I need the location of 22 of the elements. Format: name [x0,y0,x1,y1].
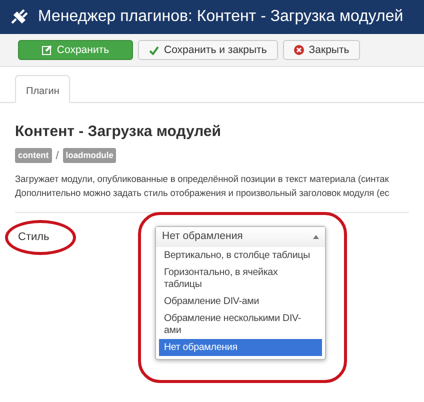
close-button[interactable]: Закрыть [282,40,360,60]
dropdown-option[interactable]: Обрамление DIV-ами [159,292,322,310]
dropdown-option[interactable]: Вертикально, в столбце таблицы [159,246,322,264]
dropdown-option[interactable]: Горизонтально, в ячейках таблицы [159,264,322,293]
dropdown-option[interactable]: Нет обрамления [159,338,322,356]
plugin-title: Контент - Загрузка модулей [15,122,222,142]
page-title: Менеджер плагинов: Контент - Загрузка модулей [38,7,404,27]
close-icon [294,45,304,55]
description-text: Загружает модули, опубликованные в определённой позиции в текст материала (синтак [15,173,390,186]
style-dropdown[interactable]: Нет обрамления [156,227,325,247]
description-text: Дополнительно можно задать стиль отображения и произвольный заголовок модуля (ес [15,187,390,200]
tab[interactable]: Плагин [15,75,70,103]
edit-icon [42,45,52,55]
caret-up-icon [313,234,319,239]
separator: / [56,148,59,164]
check-icon [149,46,159,54]
field-label: Стиль [18,231,50,243]
tag-label: loadmodule [62,148,116,164]
save-and-close-button[interactable]: Сохранить и закрыть [138,40,278,60]
tag-label: content [15,148,52,164]
plug-icon [10,9,28,25]
dropdown-option[interactable]: Обрамление несколькими DIV-ами [159,310,322,339]
